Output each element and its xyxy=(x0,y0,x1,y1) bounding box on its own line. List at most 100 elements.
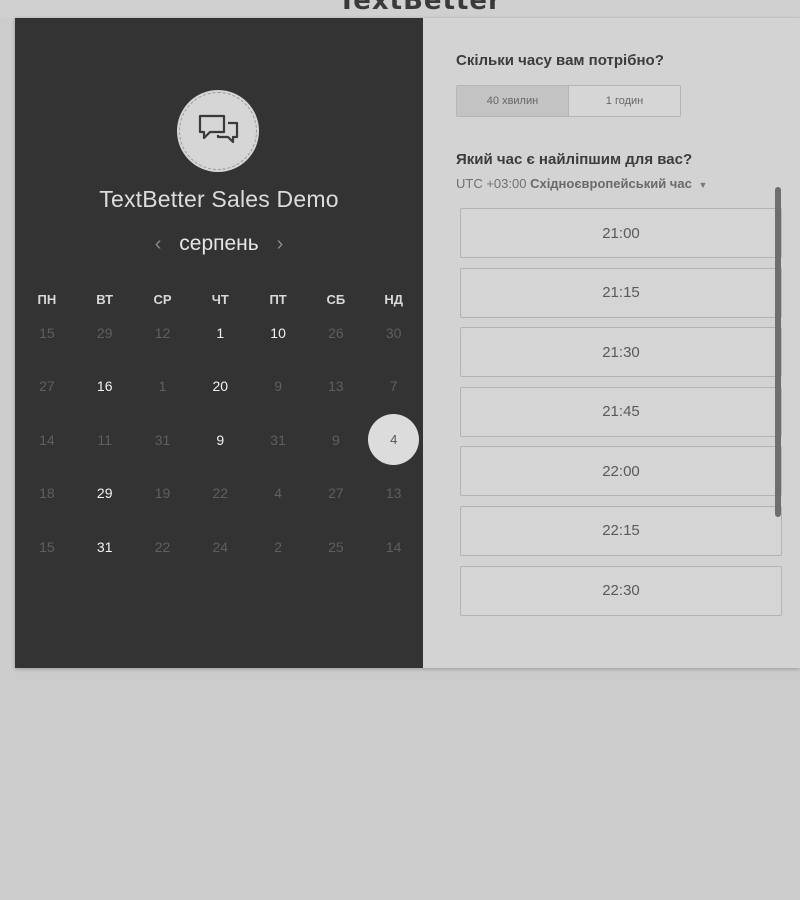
event-avatar xyxy=(179,92,257,170)
duration-option-60[interactable]: 1 годин xyxy=(569,86,680,116)
calendar-day: 22 xyxy=(191,467,249,521)
weekday-label: НД xyxy=(384,292,403,307)
time-slot-button[interactable]: 22:15 xyxy=(460,505,782,556)
calendar-day: 25 xyxy=(307,520,365,574)
calendar-day-number: 29 xyxy=(96,324,113,341)
calendar-day-number: 12 xyxy=(154,324,171,341)
chevron-right-icon[interactable]: › xyxy=(265,233,296,256)
time-slot-button[interactable]: 21:45 xyxy=(460,386,782,437)
calendar-day: 7 xyxy=(365,360,423,414)
calendar-day: 11 xyxy=(76,413,134,467)
calendar-day-number: 10 xyxy=(270,324,286,341)
top-strip: TextBetter xyxy=(0,0,800,18)
calendar-day: 4 xyxy=(249,467,307,521)
calendar-day-number: 30 xyxy=(385,324,402,341)
time-slot-button[interactable]: 21:00 xyxy=(460,208,782,258)
time-slot-button[interactable]: 21:15 xyxy=(460,267,782,318)
calendar-week-row: 18 29 19 22 4 27 13 xyxy=(18,467,423,521)
calendar-day-number: 11 xyxy=(97,431,112,448)
calendar-day: 1 xyxy=(134,360,192,414)
calendar-day-number: 20 xyxy=(212,378,229,395)
calendar-day: 15 xyxy=(18,306,76,360)
calendar-day: 31 xyxy=(249,413,307,467)
scheduler-widget: TextBetter Sales Demo ‹ серпень › ПН ВТ СР… xyxy=(15,18,800,668)
calendar-week-row: 15 29 12 1 10 26 30 xyxy=(18,306,423,360)
booking-panel: Скільки часу вам потрібно? 40 хвилин 1 г… xyxy=(423,18,800,668)
calendar-day-number: 9 xyxy=(274,378,282,395)
calendar-day[interactable]: 1 xyxy=(191,306,249,360)
calendar-day-number: 14 xyxy=(39,431,55,448)
calendar-day-number: 22 xyxy=(154,538,171,555)
calendar-day: 14 xyxy=(18,413,76,467)
weekday-label: ВТ xyxy=(96,292,114,307)
calendar-day-number: 1 xyxy=(158,378,167,395)
calendar-day: 27 xyxy=(18,360,76,414)
event-panel: TextBetter Sales Demo ‹ серпень › ПН ВТ СР… xyxy=(15,18,423,668)
duration-option-40[interactable]: 40 хвилин xyxy=(457,86,569,116)
calendar-day[interactable]: 20 xyxy=(191,360,249,414)
calendar-day: 9 xyxy=(249,360,307,414)
time-slot-button[interactable]: 21:30 xyxy=(460,327,782,378)
caret-down-icon: ▼ xyxy=(698,180,708,190)
timezone-name: Східноєвропейський час xyxy=(530,176,692,191)
calendar-day-number: 22 xyxy=(212,485,229,502)
calendar-day-number: 26 xyxy=(328,324,344,341)
calendar-week-row: 15 31 22 24 2 25 14 xyxy=(18,520,423,574)
month-label: серпень xyxy=(179,232,259,255)
calendar-day: 26 xyxy=(307,306,365,360)
calendar-day-number: 9 xyxy=(216,431,225,448)
calendar-day-number: 4 xyxy=(274,485,282,502)
time-slot-button[interactable]: 22:00 xyxy=(460,446,782,497)
calendar-day[interactable]: 31 xyxy=(76,520,134,574)
weekday-label: ПН xyxy=(37,292,57,307)
timezone-selector[interactable]: UTC +03:00 Східноєвропейський час ▼ xyxy=(456,176,707,191)
calendar-day-selected[interactable]: 4 xyxy=(365,413,423,467)
calendar-day: 12 xyxy=(134,306,192,360)
weekday-label: ЧТ xyxy=(211,292,229,307)
calendar-day-number: 9 xyxy=(331,431,340,448)
time-slot-button[interactable]: 22:30 xyxy=(460,565,782,616)
calendar-day-number: 27 xyxy=(39,378,55,395)
time-slot-list: 21:00 21:15 21:30 21:45 22:00 22:15 22:30 xyxy=(460,208,782,618)
calendar-day[interactable]: 16 xyxy=(76,360,134,414)
calendar-day-number: 4 xyxy=(390,432,398,448)
calendar-day-number: 14 xyxy=(385,538,402,555)
chevron-left-icon[interactable]: ‹ xyxy=(143,233,174,256)
calendar-grid: 15 29 12 1 10 26 30 27 16 1 20 9 13 7 14 11 31 9 31 9 4 18 29 1… xyxy=(18,306,423,574)
calendar-week-row: 27 16 1 20 9 13 7 xyxy=(18,360,423,414)
weekday-label: СР xyxy=(153,292,172,307)
calendar-day-number: 7 xyxy=(389,378,398,395)
timezone-offset: UTC +03:00 xyxy=(456,176,527,191)
calendar-day: 14 xyxy=(365,520,423,574)
calendar-day-number: 24 xyxy=(212,538,229,555)
calendar-day-number: 16 xyxy=(96,378,113,395)
calendar-day[interactable]: 9 xyxy=(191,413,249,467)
calendar-day[interactable]: 10 xyxy=(249,306,307,360)
event-title: TextBetter Sales Demo xyxy=(99,186,339,212)
calendar-day: 13 xyxy=(307,360,365,414)
calendar-day: 18 xyxy=(18,467,76,521)
calendar-day: 19 xyxy=(134,467,192,521)
calendar-day[interactable]: 29 xyxy=(76,467,134,521)
duration-toggle: 40 хвилин 1 годин xyxy=(456,85,681,117)
time-question: Який час є найліпшим для вас? xyxy=(456,151,693,168)
calendar-day: 2 xyxy=(249,520,307,574)
calendar-day-number: 18 xyxy=(39,485,55,502)
calendar-day-number: 15 xyxy=(39,324,55,341)
calendar-day-number: 13 xyxy=(385,485,402,502)
weekday-label: ПТ xyxy=(269,292,287,307)
calendar-day: 31 xyxy=(134,413,192,467)
calendar-day-number: 31 xyxy=(270,431,286,448)
weekday-header: ПН ВТ СР ЧТ ПТ СБ НД xyxy=(18,292,423,307)
calendar-day: 22 xyxy=(134,520,192,574)
calendar-day-number: 25 xyxy=(328,538,344,555)
month-navigation: ‹ серпень › xyxy=(15,232,423,256)
weekday-label: СБ xyxy=(326,292,346,307)
calendar-day: 24 xyxy=(191,520,249,574)
slot-list-scrollbar[interactable] xyxy=(775,187,781,517)
calendar-day: 30 xyxy=(365,306,423,360)
calendar-day: 9 xyxy=(307,413,365,467)
calendar-day-number: 31 xyxy=(96,538,113,555)
calendar-day: 13 xyxy=(365,467,423,521)
calendar-day: 29 xyxy=(76,306,134,360)
